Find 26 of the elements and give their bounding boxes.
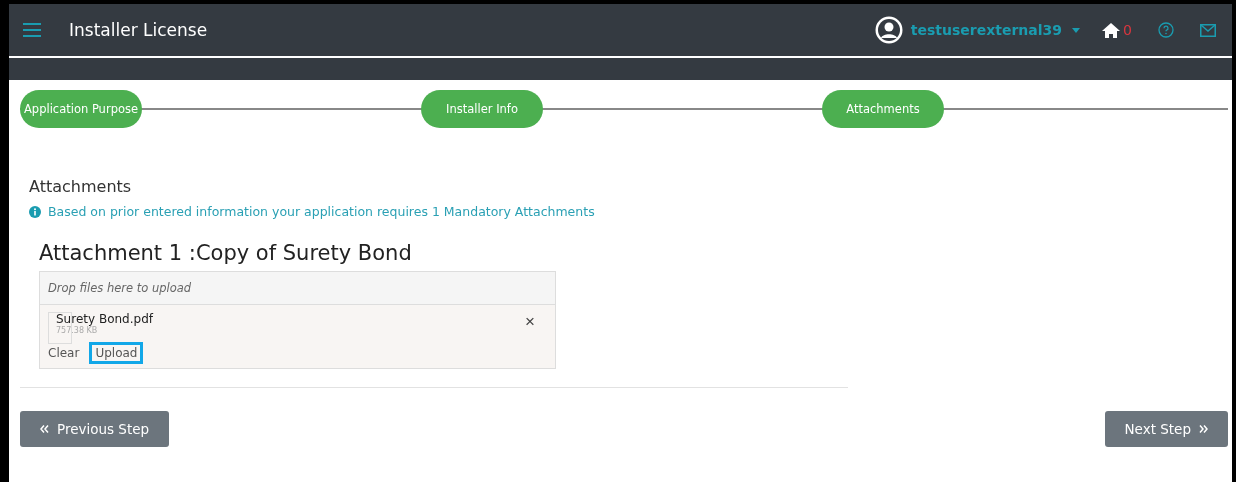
next-step-button[interactable]: Next Step (1104, 411, 1228, 447)
step-pill[interactable]: Installer Info (421, 90, 543, 128)
previous-step-button[interactable]: Previous Step (20, 411, 170, 447)
upload-button[interactable]: Upload (89, 342, 144, 364)
file-size: 757.38 KB (56, 326, 99, 335)
user-avatar-icon[interactable] (874, 16, 903, 44)
double-chevron-right-icon (1199, 425, 1208, 433)
step-pill[interactable]: Application Purpose (20, 90, 142, 128)
home-icon[interactable] (1102, 22, 1121, 38)
info-text: Based on prior entered information your application requires 1 Mandatory Attachments (48, 204, 595, 219)
double-chevron-left-icon (40, 425, 49, 433)
menu-icon[interactable] (23, 23, 41, 37)
caret-icon[interactable] (1072, 27, 1081, 33)
attachment-title: Attachment 1 :Copy of Surety Bond (39, 241, 413, 265)
step-pill[interactable]: Attachments (822, 90, 944, 128)
drop-hint: Drop files here to upload (48, 281, 192, 295)
clear-button[interactable]: Clear (48, 342, 86, 364)
info-icon (29, 205, 41, 218)
remove-button[interactable]: × (525, 312, 547, 332)
help-icon[interactable] (1158, 22, 1174, 38)
mail-icon[interactable] (1200, 23, 1216, 37)
app-title: Installer License (69, 20, 208, 40)
section-title: Attachments (29, 177, 133, 196)
username-link[interactable]: testuserexternal39 (910, 22, 1063, 38)
home-count: 0 (1123, 22, 1132, 38)
file-name: Surety Bond.pdf (56, 312, 153, 326)
